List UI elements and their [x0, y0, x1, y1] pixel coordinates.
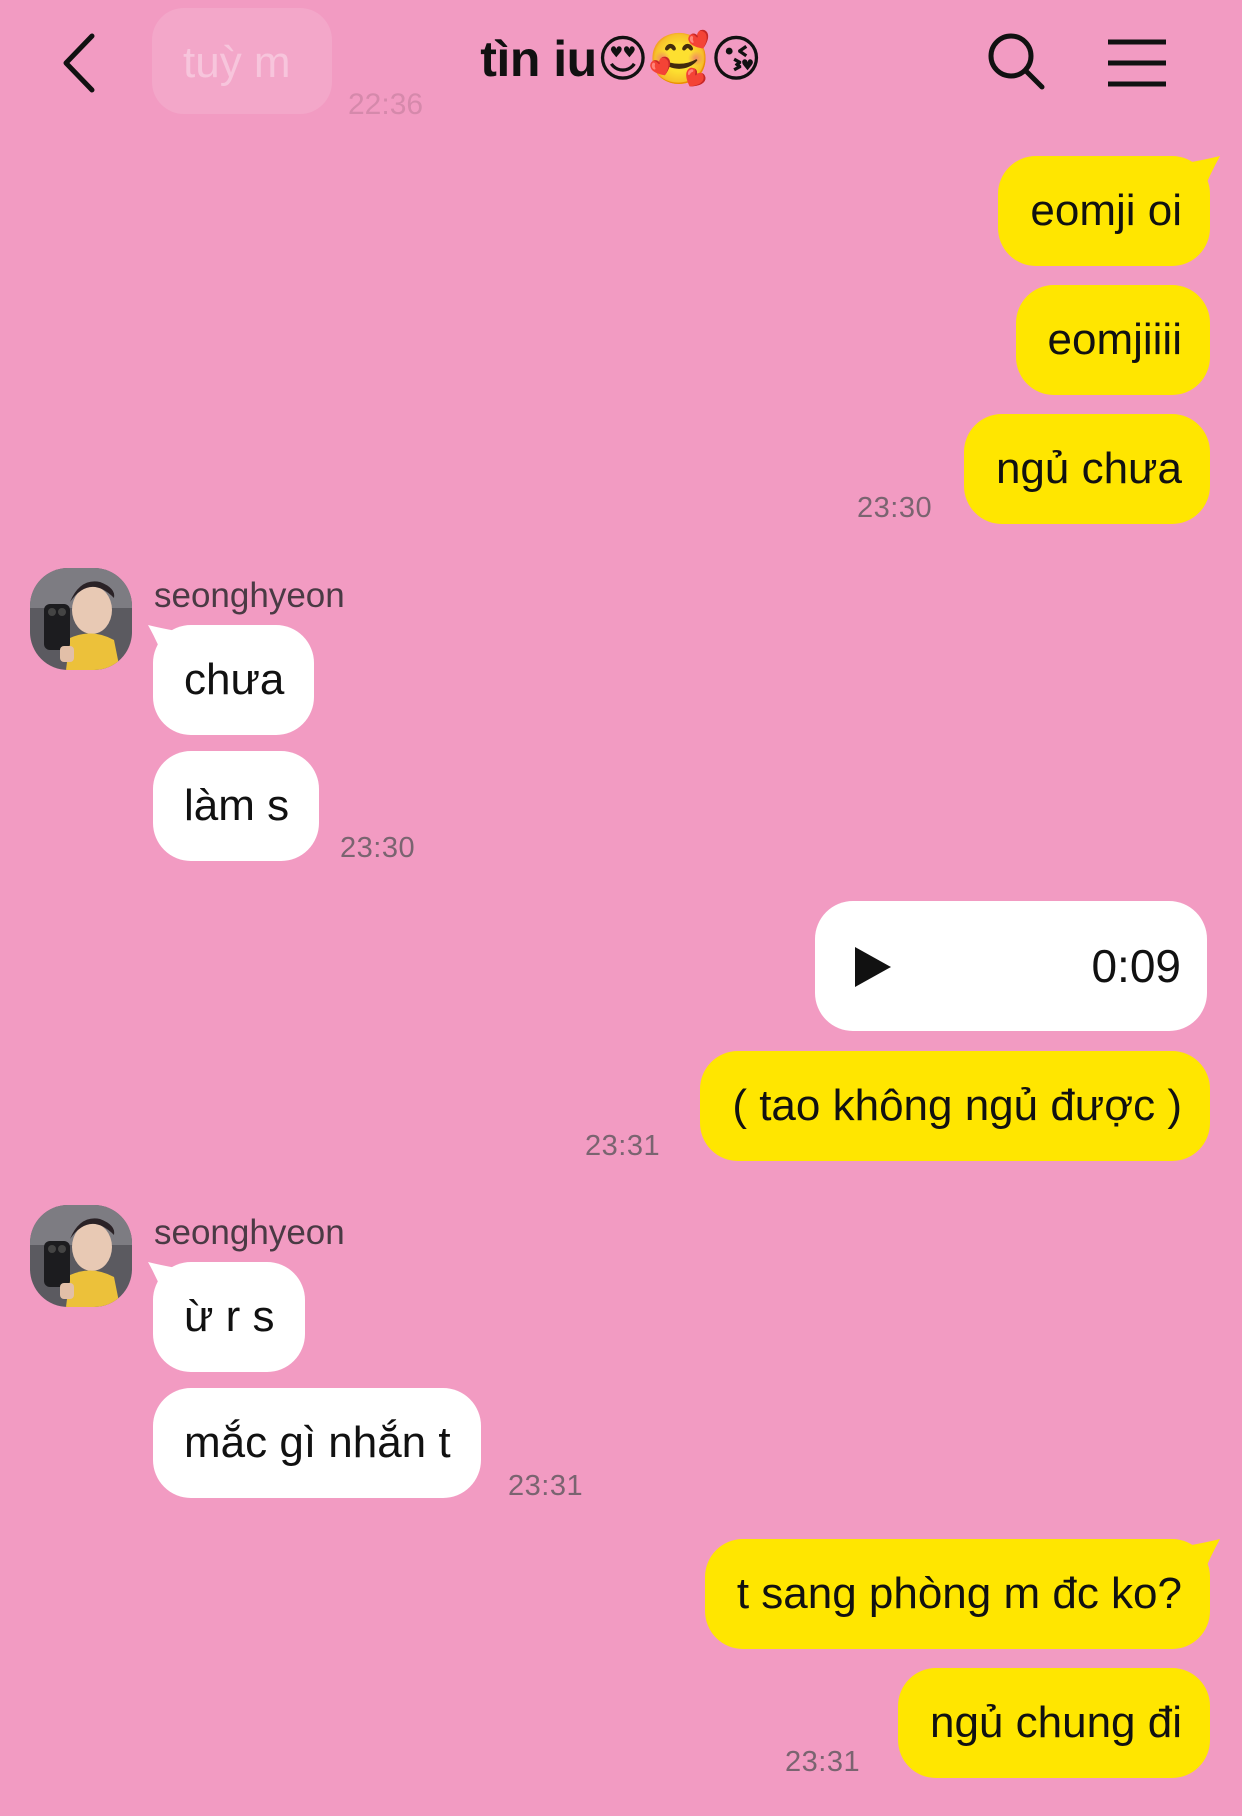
my-message-bubble[interactable]: eomjiiii	[1015, 285, 1210, 395]
their-message-bubble[interactable]: mắc gì nhắn t	[153, 1388, 481, 1498]
message-timestamp: 23:31	[785, 1746, 861, 1778]
my-message-bubble[interactable]: ngủ chung đi	[898, 1668, 1210, 1778]
message-timestamp: 23:30	[857, 492, 933, 524]
their-message-bubble[interactable]: làm s	[153, 751, 320, 861]
sender-name: seonghyeon	[154, 576, 345, 615]
search-icon[interactable]	[985, 30, 1047, 92]
chat-title: tìn iu😍🥰😘	[480, 31, 762, 87]
my-message-bubble[interactable]: t sang phòng m đc ko?	[704, 1539, 1210, 1649]
message-timestamp: 23:31	[508, 1470, 584, 1502]
hamburger-menu-icon[interactable]	[1106, 38, 1168, 88]
my-message-bubble[interactable]: ( tao không ngủ được )	[700, 1051, 1210, 1161]
message-timestamp: 23:31	[585, 1130, 661, 1162]
my-message-bubble[interactable]: ngủ chưa	[963, 414, 1210, 524]
their-message-bubble[interactable]: ừ r s	[153, 1262, 305, 1372]
voice-message[interactable]: 0:09	[815, 901, 1207, 1031]
voice-duration: 0:09	[1091, 940, 1181, 992]
sender-name: seonghyeon	[154, 1213, 345, 1252]
faded-previous-time: 22:36	[348, 88, 424, 121]
my-message-bubble[interactable]: eomji oi	[998, 156, 1210, 266]
avatar[interactable]	[30, 568, 132, 670]
their-message-bubble[interactable]: chưa	[153, 625, 315, 735]
avatar[interactable]	[30, 1205, 132, 1307]
play-icon[interactable]	[853, 945, 893, 989]
message-timestamp: 23:30	[340, 832, 416, 864]
